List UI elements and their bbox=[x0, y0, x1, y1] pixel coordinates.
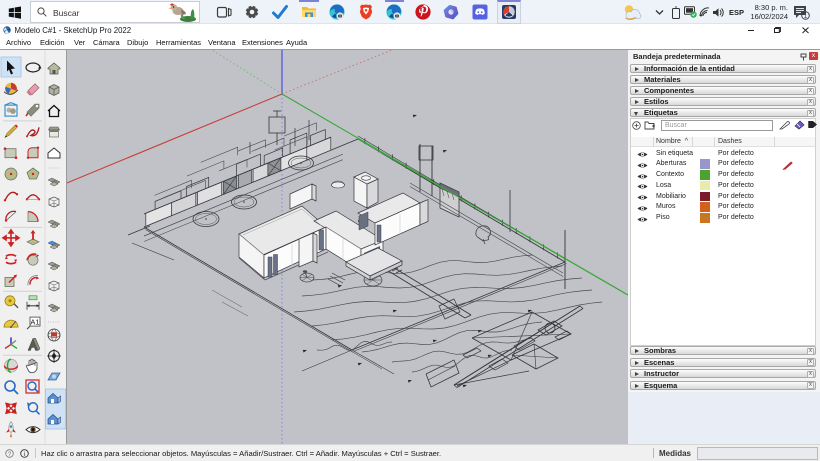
svg-text:A1: A1 bbox=[30, 318, 39, 327]
svg-text:1: 1 bbox=[804, 13, 808, 20]
svg-text:i: i bbox=[24, 451, 25, 458]
